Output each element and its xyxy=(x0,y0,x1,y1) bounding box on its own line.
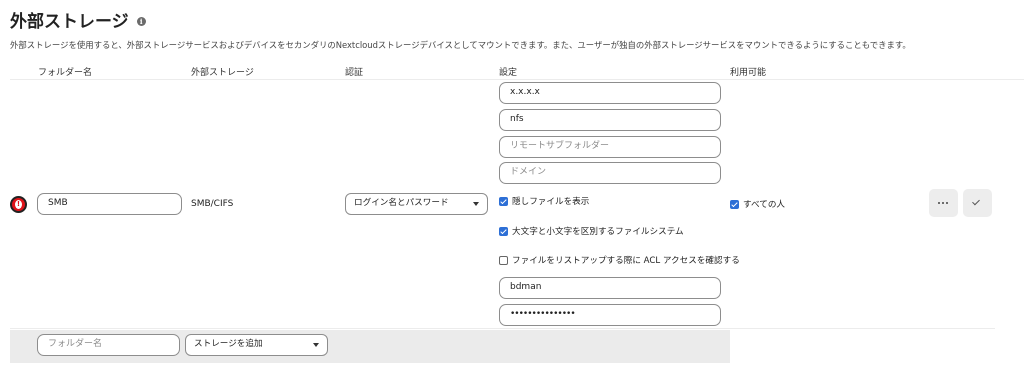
checkmark-icon xyxy=(972,197,980,206)
new-folder-name-input[interactable]: フォルダー名 xyxy=(37,334,180,356)
chevron-down-icon xyxy=(473,202,479,206)
save-button[interactable] xyxy=(963,189,992,217)
info-icon[interactable]: i xyxy=(136,16,146,26)
page-title: 外部ストレージ i xyxy=(10,7,146,32)
column-header-folder: フォルダー名 xyxy=(38,68,93,78)
show-hidden-label: 隠しファイルを表示 xyxy=(512,197,590,207)
row-divider xyxy=(10,328,995,329)
folder-name-input[interactable]: SMB xyxy=(37,193,182,215)
share-input[interactable]: nfs xyxy=(499,109,721,131)
check-acl-checkbox[interactable]: ファイルをリストアップする際に ACL アクセスを確認する xyxy=(499,254,740,266)
password-input[interactable]: ••••••••••••••• xyxy=(499,304,721,326)
more-actions-button[interactable] xyxy=(929,189,958,217)
check-acl-label: ファイルをリストアップする際に ACL アクセスを確認する xyxy=(512,256,740,266)
checkbox-checked-icon[interactable] xyxy=(499,226,508,236)
chevron-down-icon xyxy=(313,343,319,347)
column-header-storage: 外部ストレージ xyxy=(191,68,254,78)
username-input[interactable]: bdman xyxy=(499,277,721,299)
storage-type-label: SMB/CIFS xyxy=(191,199,234,209)
auth-method-value: ログイン名とパスワード xyxy=(354,198,449,208)
case-sensitive-checkbox[interactable]: 大文字と小文字を区別するファイルシステム xyxy=(499,225,684,237)
checkbox-checked-icon[interactable] xyxy=(730,199,739,209)
checkbox-unchecked-icon[interactable] xyxy=(499,255,508,265)
column-header-available: 利用可能 xyxy=(730,68,767,78)
more-actions-icon xyxy=(938,202,948,204)
page-description: 外部ストレージを使用すると、外部ストレージサービスおよびデバイスをセカンダリのN… xyxy=(10,40,911,50)
remote-subfolder-input[interactable]: リモートサブフォルダー xyxy=(499,136,721,158)
case-sensitive-label: 大文字と小文字を区別するファイルシステム xyxy=(512,227,684,237)
add-storage-label: ストレージを追加 xyxy=(194,339,263,349)
domain-input[interactable]: ドメイン xyxy=(499,162,721,184)
column-header-auth: 認証 xyxy=(345,68,364,78)
show-hidden-checkbox[interactable]: 隠しファイルを表示 xyxy=(499,195,589,207)
available-for-label: すべての人 xyxy=(743,200,786,210)
page-title-text: 外部ストレージ xyxy=(10,12,129,32)
error-status-icon[interactable]: ! xyxy=(10,196,27,213)
column-header-config: 設定 xyxy=(499,68,518,78)
checkbox-checked-icon[interactable] xyxy=(499,196,508,206)
header-divider xyxy=(10,79,1024,80)
host-input[interactable]: x.x.x.x xyxy=(499,82,721,104)
add-storage-select[interactable]: ストレージを追加 xyxy=(185,334,328,356)
auth-method-select[interactable]: ログイン名とパスワード xyxy=(345,193,488,215)
available-for-checkbox[interactable]: すべての人 xyxy=(730,198,785,210)
